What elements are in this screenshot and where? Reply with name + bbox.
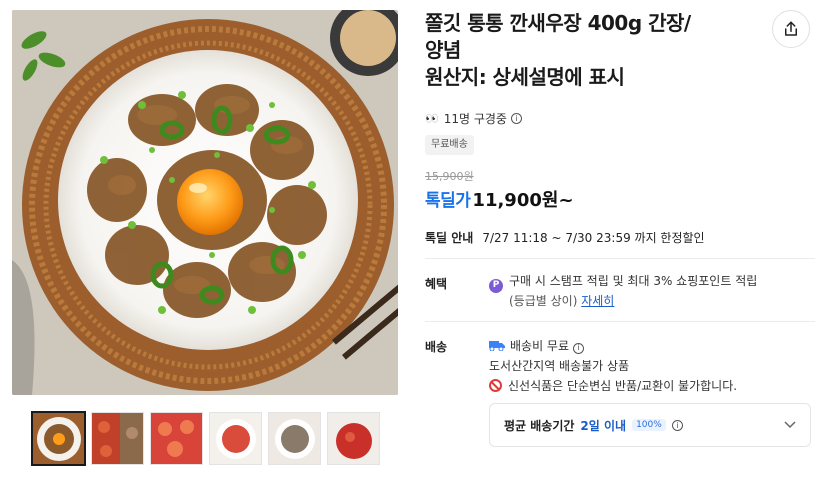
free-shipping-badge: 무료배송 [425,135,474,155]
thumbnail-6[interactable] [327,412,380,465]
viewer-text: 11명 구경중 [443,112,507,126]
shipping-notice: 신선식품은 단순변심 반품/교환이 불가합니다. [508,379,738,393]
deal-info-period: 7/27 11:18 ~ 7/30 23:59 까지 한정할인 [482,231,705,245]
shipping-fee: 배송비 무료 [510,339,570,353]
current-price: 11,900원~ [472,190,574,211]
thumbnail-1[interactable] [31,411,86,466]
info-icon[interactable]: i [510,113,522,124]
eyes-icon: 👀 [425,112,439,125]
delivery-period-value: 2일 이내 [580,418,627,433]
deal-info-label: 톡딜 안내 [425,231,474,245]
thumbnail-5[interactable] [268,412,321,465]
title-line-2: 양념 [425,38,461,62]
thumbnail-strip [31,411,380,466]
point-icon: P [489,278,503,293]
benefit-text: 구매 시 스탬프 적립 및 최대 3% 쇼핑포인트 적립 [509,274,758,288]
original-price: 15,900원 [425,170,474,183]
delivery-info-icon[interactable]: i [671,419,683,431]
shipping-region: 도서산간지역 배송불가 상품 [489,359,630,373]
main-product-image [12,10,398,395]
title-line-3: 원산지: 상세설명에 표시 [425,65,625,89]
benefit-label: 혜택 [425,277,448,291]
price-row: 톡딜가 11,900원~ [425,186,574,212]
truck-icon [489,341,505,351]
benefit-detail-link[interactable]: 자세히 [581,294,614,308]
chevron-down-icon [784,418,796,432]
delivery-period-dropdown[interactable]: 평균 배송기간 2일 이내 100% i [489,403,811,447]
deal-price-label: 톡딜가 [425,191,471,211]
thumbnail-3[interactable] [150,412,203,465]
delivery-percent-chip: 100% [632,419,666,431]
product-title: 쫄깃 통통 깐새우장 400g 간장/ 양념 원산지: 상세설명에 표시 [425,10,765,91]
prohibited-icon [489,379,502,392]
title-line-1: 쫄깃 통통 깐새우장 400g 간장/ [425,11,691,35]
shipping-content: 배송비 무료 i 도서산간지역 배송불가 상품 신선식품은 단순변심 반품/교환… [489,336,737,396]
shipping-label: 배송 [425,340,448,354]
benefit-content: P 구매 시 스탬프 적립 및 최대 3% 쇼핑포인트 적립 (등급별 상이) 자… [489,273,799,310]
benefit-sub: (등급별 상이) [509,293,578,308]
viewer-count: 👀 11명 구경중 i [425,110,522,127]
divider [425,258,815,259]
shipping-info-icon[interactable]: i [572,342,584,354]
divider [425,321,815,322]
deal-info: 톡딜 안내 7/27 11:18 ~ 7/30 23:59 까지 한정할인 [425,229,705,246]
thumbnail-2[interactable] [91,412,144,465]
delivery-period-label: 평균 배송기간 [504,418,575,433]
thumbnail-4[interactable] [209,412,262,465]
